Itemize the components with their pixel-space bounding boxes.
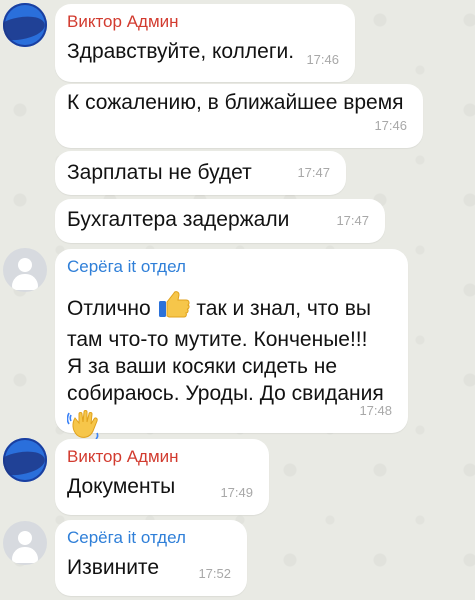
message-text-part: Отлично <box>67 297 151 320</box>
avatar-body-shape <box>12 274 38 290</box>
message-bubble-2[interactable]: К сожалению, в ближайшее время 17:46 <box>55 84 423 148</box>
message-bubble-6[interactable]: Виктор Админ Документы 17:49 <box>55 439 269 515</box>
message-time: 17:52 <box>198 566 231 581</box>
sender-name[interactable]: Виктор Админ <box>67 12 343 32</box>
message-text: Документы <box>67 475 176 498</box>
thumbs-up-icon <box>157 289 191 326</box>
message-text: Здравствуйте, коллеги. <box>67 40 295 63</box>
sender-name[interactable]: Серёга it отдел <box>67 528 235 548</box>
message-time: 17:49 <box>220 485 253 500</box>
message-text: К сожалению, в ближайшее время <box>67 91 404 114</box>
message-time: 17:47 <box>297 165 330 180</box>
message-bubble-7[interactable]: Серёга it отдел Извините 17:52 <box>55 520 247 596</box>
message-bubble-4[interactable]: Бухгалтера задержали 17:47 <box>55 199 385 243</box>
sender-name[interactable]: Виктор Админ <box>67 447 257 467</box>
message-text: Зарплаты не будет <box>67 161 252 184</box>
avatar-head-shape <box>18 531 32 545</box>
avatar-body-shape <box>12 547 38 563</box>
sender-name[interactable]: Серёга it отдел <box>67 257 396 277</box>
message-text-rest: там что-то мутите. Конченые!!! Я за ваши… <box>67 328 384 405</box>
message-text-part: так и знал, что вы <box>196 297 371 320</box>
avatar-seryoga[interactable] <box>3 521 47 565</box>
avatar-viktor-admin[interactable] <box>3 3 47 47</box>
message-time: 17:46 <box>374 118 407 133</box>
avatar-viktor-admin[interactable] <box>3 438 47 482</box>
message-time: 17:47 <box>336 213 369 228</box>
message-bubble-1[interactable]: Виктор Админ Здравствуйте, коллеги. 17:4… <box>55 4 355 82</box>
message-time: 17:46 <box>306 52 339 67</box>
avatar-head-shape <box>18 258 32 272</box>
message-time: 17:48 <box>359 403 392 418</box>
avatar-seryoga[interactable] <box>3 248 47 292</box>
message-bubble-5[interactable]: Серёга it отдел Отлично так и знал, что … <box>55 249 408 440</box>
message-bubble-3[interactable]: Зарплаты не будет 17:47 <box>55 151 346 195</box>
message-text: Бухгалтера задержали <box>67 208 290 231</box>
message-text: Извините <box>67 556 159 579</box>
